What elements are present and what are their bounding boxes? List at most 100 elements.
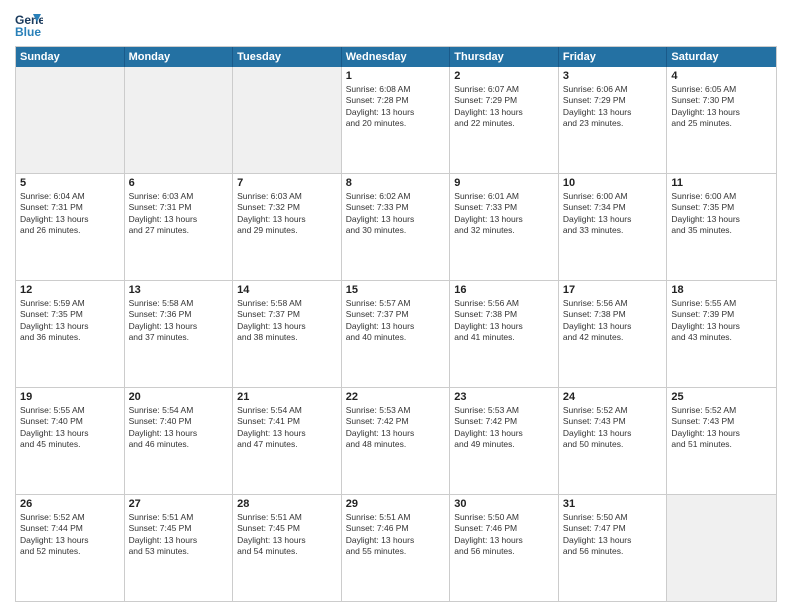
cal-cell-3: 3 Sunrise: 6:06 AM Sunset: 7:29 PM Daylig… (559, 67, 668, 173)
day-number: 17 (563, 284, 663, 296)
cal-cell-30: 30 Sunrise: 5:50 AM Sunset: 7:46 PM Dayli… (450, 495, 559, 601)
cal-cell-2: 2 Sunrise: 6:07 AM Sunset: 7:29 PM Daylig… (450, 67, 559, 173)
day-number: 1 (346, 70, 446, 82)
cal-cell-29: 29 Sunrise: 5:51 AM Sunset: 7:46 PM Dayli… (342, 495, 451, 601)
day-detail: Sunrise: 5:53 AM Sunset: 7:42 PM Dayligh… (346, 405, 446, 451)
day-detail: Sunrise: 6:01 AM Sunset: 7:33 PM Dayligh… (454, 191, 554, 237)
day-number: 10 (563, 177, 663, 189)
day-number: 25 (671, 391, 772, 403)
day-number: 29 (346, 498, 446, 510)
calendar-body: 1Sunrise: 6:08 AM Sunset: 7:28 PM Daylig… (16, 67, 776, 601)
week-row-4: 19Sunrise: 5:55 AM Sunset: 7:40 PM Dayli… (16, 387, 776, 494)
cal-cell-7: 7 Sunrise: 6:03 AM Sunset: 7:32 PM Daylig… (233, 174, 342, 280)
cal-cell-25: 25 Sunrise: 5:52 AM Sunset: 7:43 PM Dayli… (667, 388, 776, 494)
cal-cell-10: 10 Sunrise: 6:00 AM Sunset: 7:34 PM Dayli… (559, 174, 668, 280)
day-detail: Sunrise: 6:05 AM Sunset: 7:30 PM Dayligh… (671, 84, 772, 130)
day-number: 23 (454, 391, 554, 403)
cal-cell-5: 5 Sunrise: 6:04 AM Sunset: 7:31 PM Daylig… (16, 174, 125, 280)
day-number: 28 (237, 498, 337, 510)
header-day-tuesday: Tuesday (233, 47, 342, 67)
page: General Blue SundayMondayTuesdayWednesda… (0, 0, 792, 612)
cal-cell-31: 31 Sunrise: 5:50 AM Sunset: 7:47 PM Dayli… (559, 495, 668, 601)
day-number: 26 (20, 498, 120, 510)
week-row-2: 5 Sunrise: 6:04 AM Sunset: 7:31 PM Daylig… (16, 173, 776, 280)
day-number: 13 (129, 284, 229, 296)
header: General Blue (15, 10, 777, 38)
day-detail: Sunrise: 5:52 AM Sunset: 7:43 PM Dayligh… (671, 405, 772, 451)
day-detail: Sunrise: 5:54 AM Sunset: 7:41 PM Dayligh… (237, 405, 337, 451)
cal-cell-empty-0-0 (16, 67, 125, 173)
cal-cell-1: 1Sunrise: 6:08 AM Sunset: 7:28 PM Daylig… (342, 67, 451, 173)
day-number: 21 (237, 391, 337, 403)
day-detail: Sunrise: 5:51 AM Sunset: 7:46 PM Dayligh… (346, 512, 446, 558)
day-number: 7 (237, 177, 337, 189)
day-detail: Sunrise: 5:53 AM Sunset: 7:42 PM Dayligh… (454, 405, 554, 451)
day-detail: Sunrise: 5:57 AM Sunset: 7:37 PM Dayligh… (346, 298, 446, 344)
calendar-header: SundayMondayTuesdayWednesdayThursdayFrid… (16, 47, 776, 67)
cal-cell-23: 23 Sunrise: 5:53 AM Sunset: 7:42 PM Dayli… (450, 388, 559, 494)
day-number: 6 (129, 177, 229, 189)
cal-cell-15: 15 Sunrise: 5:57 AM Sunset: 7:37 PM Dayli… (342, 281, 451, 387)
day-number: 11 (671, 177, 772, 189)
day-number: 24 (563, 391, 663, 403)
day-detail: Sunrise: 5:58 AM Sunset: 7:37 PM Dayligh… (237, 298, 337, 344)
day-detail: Sunrise: 5:51 AM Sunset: 7:45 PM Dayligh… (129, 512, 229, 558)
day-number: 3 (563, 70, 663, 82)
header-day-sunday: Sunday (16, 47, 125, 67)
day-detail: Sunrise: 5:52 AM Sunset: 7:44 PM Dayligh… (20, 512, 120, 558)
day-detail: Sunrise: 6:03 AM Sunset: 7:32 PM Dayligh… (237, 191, 337, 237)
cal-cell-28: 28Sunrise: 5:51 AM Sunset: 7:45 PM Dayli… (233, 495, 342, 601)
day-detail: Sunrise: 5:52 AM Sunset: 7:43 PM Dayligh… (563, 405, 663, 451)
header-day-saturday: Saturday (667, 47, 776, 67)
day-detail: Sunrise: 6:07 AM Sunset: 7:29 PM Dayligh… (454, 84, 554, 130)
day-detail: Sunrise: 5:58 AM Sunset: 7:36 PM Dayligh… (129, 298, 229, 344)
cal-cell-9: 9 Sunrise: 6:01 AM Sunset: 7:33 PM Daylig… (450, 174, 559, 280)
day-detail: Sunrise: 6:00 AM Sunset: 7:34 PM Dayligh… (563, 191, 663, 237)
week-row-3: 12Sunrise: 5:59 AM Sunset: 7:35 PM Dayli… (16, 280, 776, 387)
day-detail: Sunrise: 6:00 AM Sunset: 7:35 PM Dayligh… (671, 191, 772, 237)
header-day-thursday: Thursday (450, 47, 559, 67)
day-number: 22 (346, 391, 446, 403)
logo: General Blue (15, 10, 47, 38)
day-number: 15 (346, 284, 446, 296)
week-row-1: 1Sunrise: 6:08 AM Sunset: 7:28 PM Daylig… (16, 67, 776, 173)
day-number: 5 (20, 177, 120, 189)
cal-cell-17: 17Sunrise: 5:56 AM Sunset: 7:38 PM Dayli… (559, 281, 668, 387)
calendar: SundayMondayTuesdayWednesdayThursdayFrid… (15, 46, 777, 602)
cal-cell-empty-0-1 (125, 67, 234, 173)
cal-cell-26: 26 Sunrise: 5:52 AM Sunset: 7:44 PM Dayli… (16, 495, 125, 601)
day-number: 20 (129, 391, 229, 403)
day-detail: Sunrise: 5:56 AM Sunset: 7:38 PM Dayligh… (454, 298, 554, 344)
cal-cell-27: 27Sunrise: 5:51 AM Sunset: 7:45 PM Dayli… (125, 495, 234, 601)
day-detail: Sunrise: 6:06 AM Sunset: 7:29 PM Dayligh… (563, 84, 663, 130)
cal-cell-24: 24 Sunrise: 5:52 AM Sunset: 7:43 PM Dayli… (559, 388, 668, 494)
day-detail: Sunrise: 6:04 AM Sunset: 7:31 PM Dayligh… (20, 191, 120, 237)
day-detail: Sunrise: 5:50 AM Sunset: 7:47 PM Dayligh… (563, 512, 663, 558)
header-day-monday: Monday (125, 47, 234, 67)
day-number: 9 (454, 177, 554, 189)
day-number: 2 (454, 70, 554, 82)
day-number: 8 (346, 177, 446, 189)
day-detail: Sunrise: 5:50 AM Sunset: 7:46 PM Dayligh… (454, 512, 554, 558)
day-number: 30 (454, 498, 554, 510)
cal-cell-4: 4 Sunrise: 6:05 AM Sunset: 7:30 PM Daylig… (667, 67, 776, 173)
cal-cell-empty-4-6 (667, 495, 776, 601)
day-detail: Sunrise: 5:54 AM Sunset: 7:40 PM Dayligh… (129, 405, 229, 451)
cal-cell-21: 21 Sunrise: 5:54 AM Sunset: 7:41 PM Dayli… (233, 388, 342, 494)
day-detail: Sunrise: 5:55 AM Sunset: 7:39 PM Dayligh… (671, 298, 772, 344)
day-detail: Sunrise: 6:02 AM Sunset: 7:33 PM Dayligh… (346, 191, 446, 237)
day-number: 16 (454, 284, 554, 296)
cal-cell-12: 12Sunrise: 5:59 AM Sunset: 7:35 PM Dayli… (16, 281, 125, 387)
cal-cell-22: 22 Sunrise: 5:53 AM Sunset: 7:42 PM Dayli… (342, 388, 451, 494)
logo-icon: General Blue (15, 10, 43, 38)
cal-cell-8: 8 Sunrise: 6:02 AM Sunset: 7:33 PM Daylig… (342, 174, 451, 280)
cal-cell-14: 14Sunrise: 5:58 AM Sunset: 7:37 PM Dayli… (233, 281, 342, 387)
cal-cell-empty-0-2 (233, 67, 342, 173)
cal-cell-20: 20 Sunrise: 5:54 AM Sunset: 7:40 PM Dayli… (125, 388, 234, 494)
day-detail: Sunrise: 5:59 AM Sunset: 7:35 PM Dayligh… (20, 298, 120, 344)
day-number: 31 (563, 498, 663, 510)
cal-cell-11: 11 Sunrise: 6:00 AM Sunset: 7:35 PM Dayli… (667, 174, 776, 280)
day-number: 4 (671, 70, 772, 82)
cal-cell-13: 13 Sunrise: 5:58 AM Sunset: 7:36 PM Dayli… (125, 281, 234, 387)
svg-text:Blue: Blue (15, 25, 41, 38)
